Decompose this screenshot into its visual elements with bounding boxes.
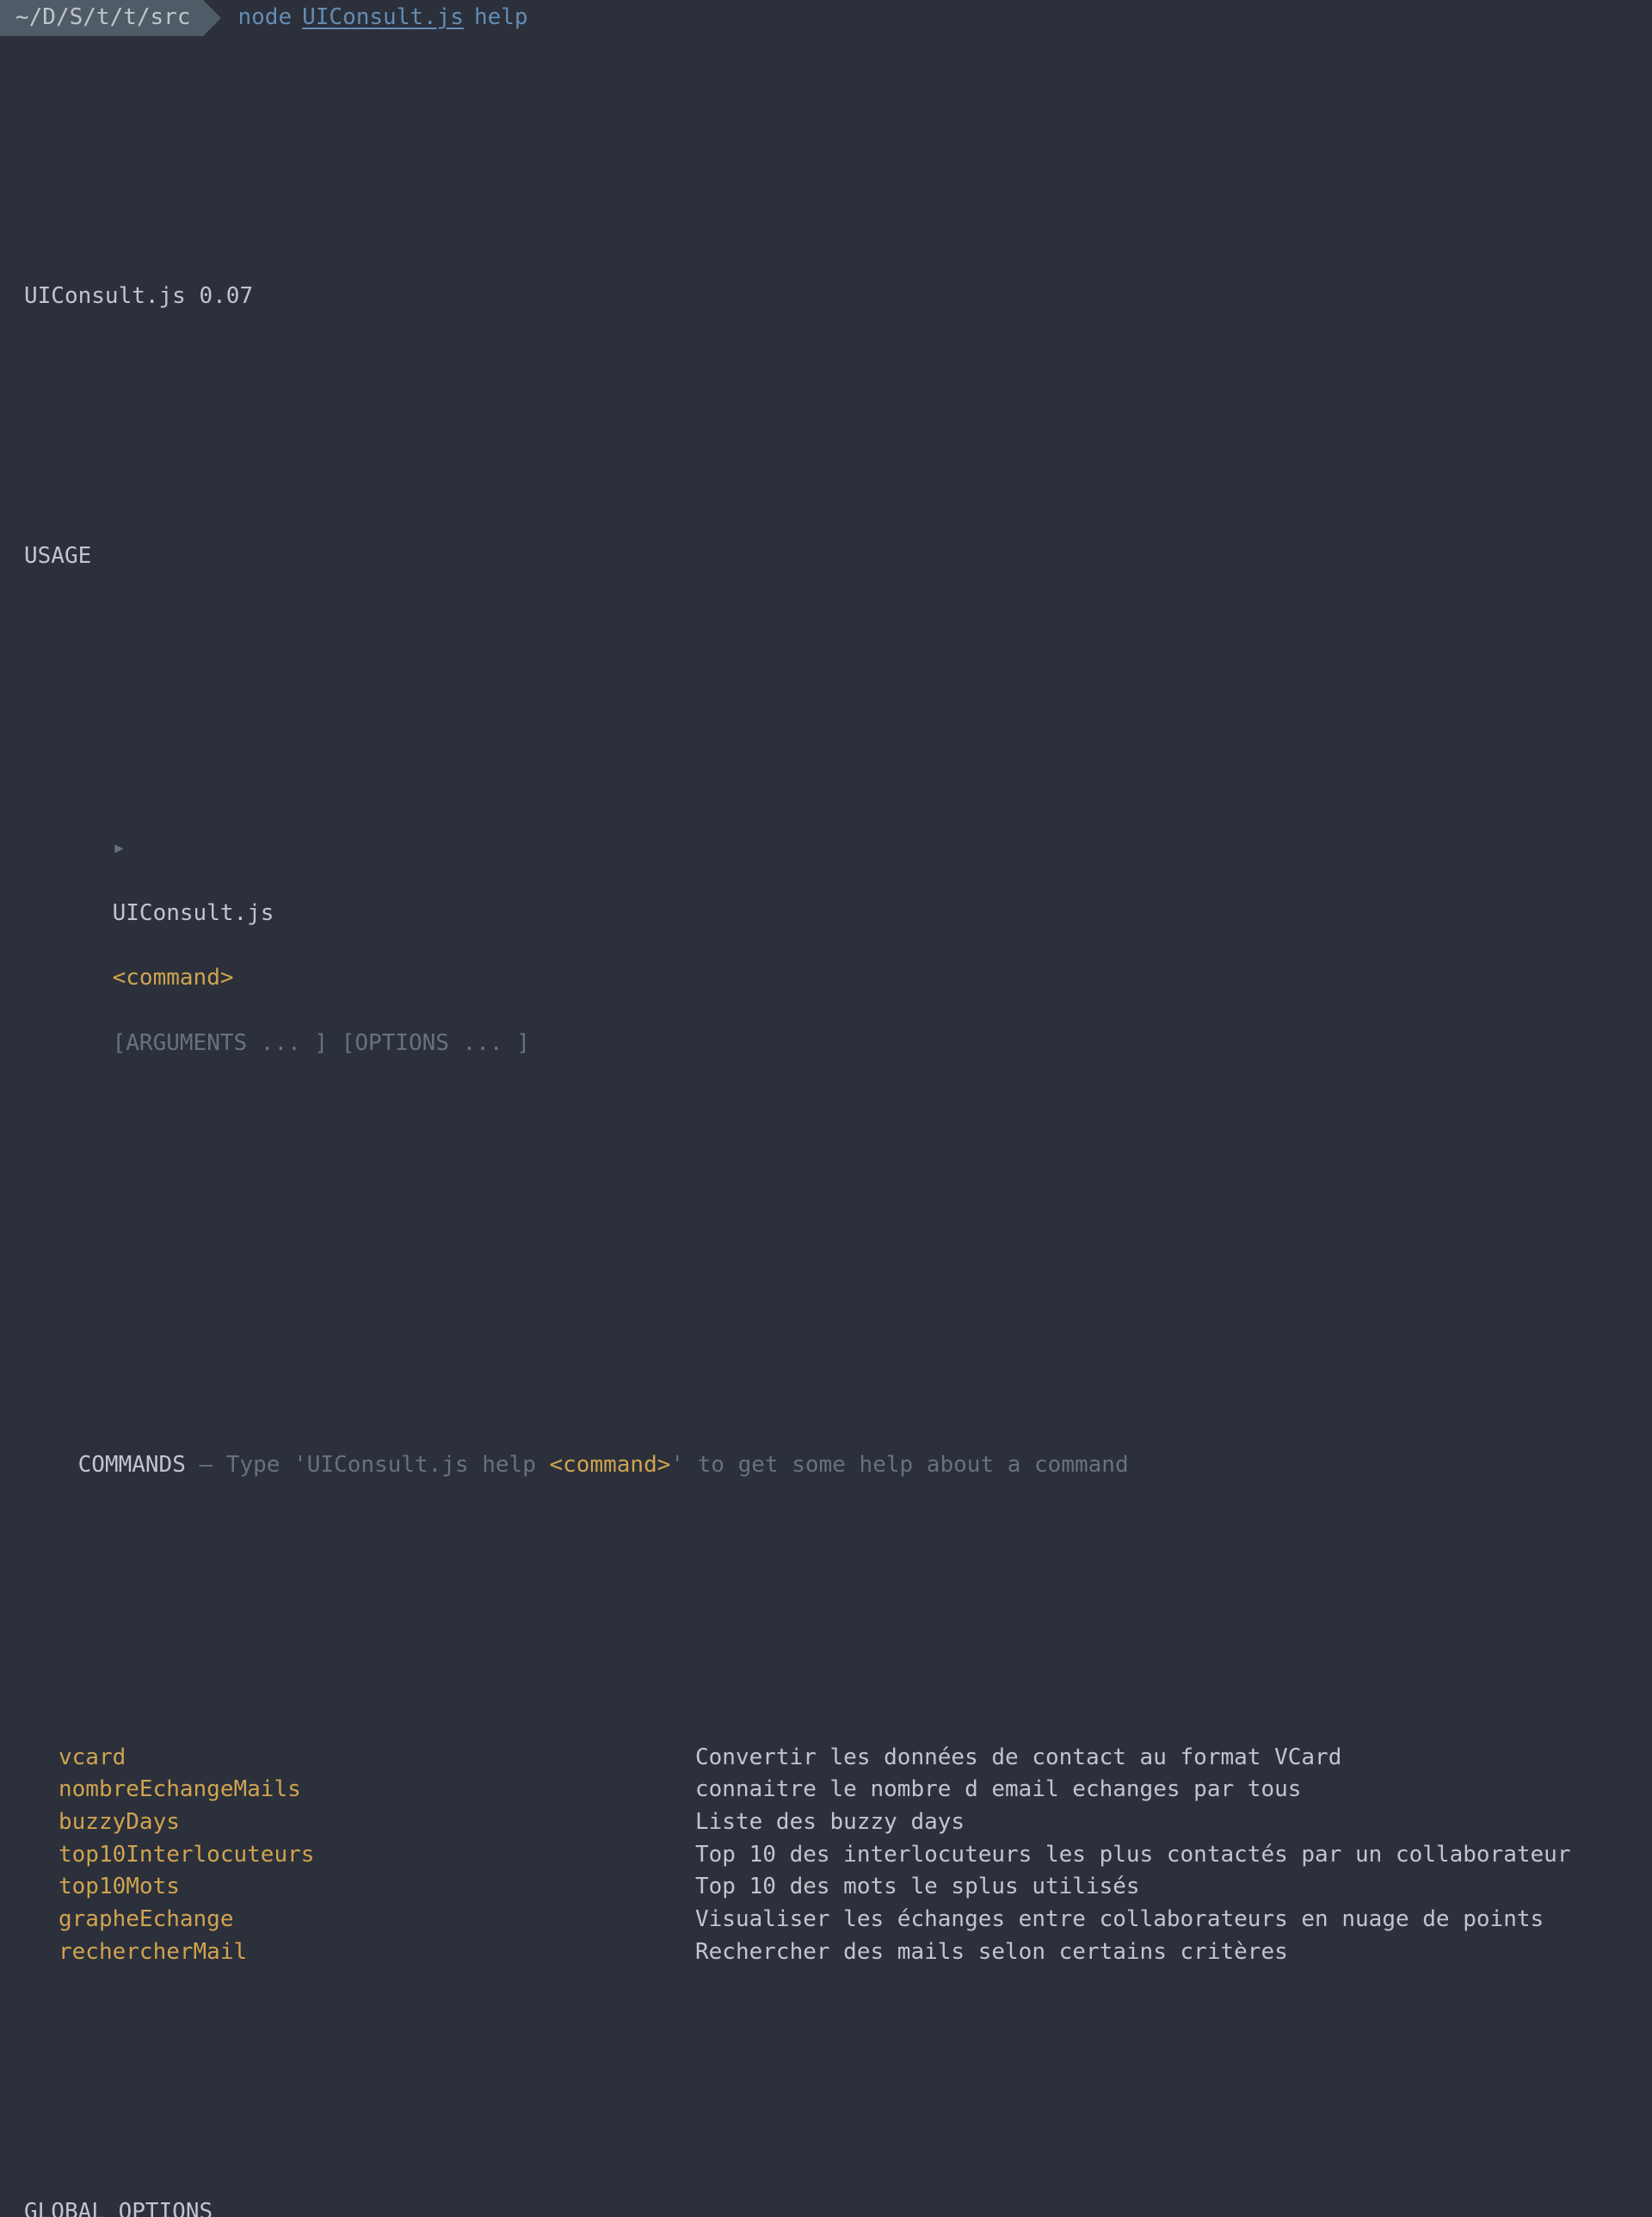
command-row: vcard Convertir les données de contact au… — [24, 1742, 1628, 1775]
command-name: rechercherMail — [24, 1936, 695, 1969]
prompt-path: ~/D/S/t/t/src — [15, 2, 191, 34]
terminal-output: UIConsult.js 0.07 USAGE ▸ UIConsult.js <… — [0, 36, 1652, 2217]
command-name-text: nombreEchangeMails — [59, 1776, 301, 1802]
command-row: nombreEchangeMails connaitre le nombre d … — [24, 1774, 1628, 1806]
command-name: top10Mots — [24, 1871, 695, 1904]
shell-prompt: ~/D/S/t/t/src node UIConsult.js help — [0, 0, 1652, 36]
command-name-text: vcard — [59, 1745, 126, 1770]
command-name: grapheEchange — [24, 1904, 695, 1936]
command-name-text: buzzyDays — [59, 1809, 180, 1835]
command-name: top10Interlocuteurs — [24, 1839, 695, 1872]
usage-command-placeholder: <command> — [113, 965, 234, 991]
command-name-text: rechercherMail — [59, 1939, 247, 1965]
usage-arrow-icon: ▸ — [113, 835, 126, 861]
prompt-path-segment: ~/D/S/t/t/src — [0, 0, 203, 36]
commands-heading-line: COMMANDS — Type 'UIConsult.js help <comm… — [24, 1417, 1628, 1514]
powerline-arrow-icon — [203, 0, 221, 36]
commands-hint-pre: — Type 'UIConsult.js help — [186, 1452, 550, 1478]
command-row: grapheEchange Visualiser les échanges ent… — [24, 1904, 1628, 1936]
command-row: rechercherMail Rechercher des mails selon… — [24, 1936, 1628, 1969]
prompt-script: UIConsult.js — [302, 2, 464, 34]
command-desc: connaitre le nombre d email echanges par… — [695, 1774, 1628, 1806]
prompt-node: node — [238, 2, 293, 34]
command-desc: Top 10 des mots le splus utilisés — [695, 1871, 1628, 1904]
commands-list: vcard Convertir les données de contact au… — [24, 1742, 1628, 1969]
usage-heading: USAGE — [24, 540, 1628, 573]
usage-tail: [ARGUMENTS ... ] [OPTIONS ... ] — [113, 1030, 530, 1056]
command-desc: Liste des buzzy days — [695, 1806, 1628, 1839]
commands-hint-post: ' to get some help about a command — [670, 1452, 1128, 1478]
usage-line: ▸ UIConsult.js <command> [ARGUMENTS ... … — [24, 800, 1628, 1092]
command-row: top10Interlocuteurs Top 10 des interlocut… — [24, 1839, 1628, 1872]
command-row: top10Mots Top 10 des mots le splus utilis… — [24, 1871, 1628, 1904]
command-name-text: grapheEchange — [59, 1906, 234, 1932]
command-desc: Top 10 des interlocuteurs les plus conta… — [695, 1839, 1628, 1872]
command-name: buzzyDays — [24, 1806, 695, 1839]
command-desc: Convertir les données de contact au form… — [695, 1742, 1628, 1775]
commands-hint-placeholder: <command> — [550, 1452, 671, 1478]
global-options-heading: GLOBAL OPTIONS — [24, 2196, 1628, 2217]
command-name: nombreEchangeMails — [24, 1774, 695, 1806]
command-desc: Rechercher des mails selon certains crit… — [695, 1936, 1628, 1969]
command-name-text: top10Mots — [59, 1874, 180, 1899]
command-desc: Visualiser les échanges entre collaborat… — [695, 1904, 1628, 1936]
prompt-command: node UIConsult.js help — [221, 2, 528, 34]
commands-heading: COMMANDS — [78, 1452, 186, 1478]
prompt-arg: help — [474, 2, 528, 34]
program-title: UIConsult.js 0.07 — [24, 281, 1628, 313]
command-row: buzzyDays Liste des buzzy days — [24, 1806, 1628, 1839]
usage-program: UIConsult.js — [113, 900, 274, 926]
command-name-text: top10Interlocuteurs — [59, 1842, 314, 1868]
command-name: vcard — [24, 1742, 695, 1775]
